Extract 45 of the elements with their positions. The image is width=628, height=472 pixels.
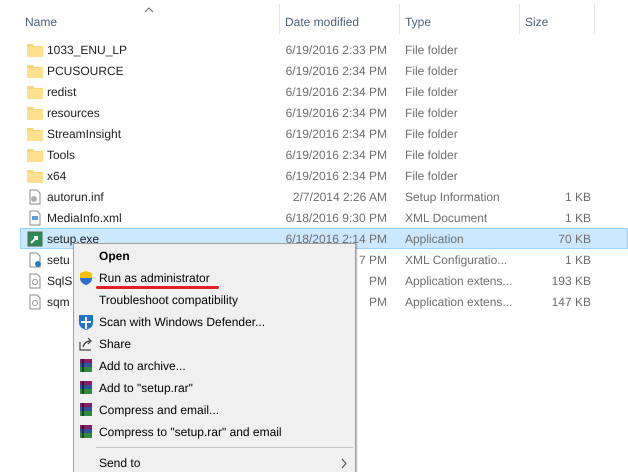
file-name: sqm — [47, 294, 70, 308]
date-modified: 6/19/2016 2:34 PM — [286, 64, 388, 78]
file-type: Setup Information — [404, 190, 501, 204]
file-name: resources — [47, 106, 100, 120]
file-type: Application extens... — [404, 294, 514, 308]
file-name: PCUSOURCE — [47, 64, 124, 78]
date-modified: 7 PM — [358, 252, 388, 266]
date-modified: 6/19/2016 2:34 PM — [286, 126, 388, 140]
file-name: setup.exe — [47, 232, 100, 246]
file-type: File folder — [404, 168, 459, 182]
file-name: SqlS — [47, 274, 72, 288]
date-modified: 2/7/2014 2:26 AM — [292, 190, 388, 204]
file-size: 1 KB — [564, 252, 592, 266]
file-type: Application extens... — [404, 274, 514, 288]
file-size: 193 KB — [550, 274, 592, 288]
file-size: 70 KB — [557, 232, 592, 246]
file-name: redist — [47, 84, 76, 98]
file-size: 1 KB — [564, 210, 592, 224]
file-size: 1 KB — [564, 190, 592, 204]
date-modified: PM — [369, 274, 388, 288]
date-modified: 6/19/2016 2:33 PM — [286, 42, 388, 56]
file-type: File folder — [404, 148, 459, 162]
file-size: 147 KB — [550, 294, 592, 308]
file-name: StreamInsight — [47, 126, 122, 140]
file-name: Tools — [47, 148, 76, 162]
file-name: autorun.inf — [47, 190, 104, 204]
file-type: File folder — [404, 106, 459, 120]
file-type: File folder — [404, 126, 459, 140]
date-modified: 6/19/2016 2:34 PM — [286, 84, 388, 98]
file-name: setu — [47, 252, 70, 266]
date-modified: 6/19/2016 2:34 PM — [286, 106, 388, 120]
date-modified: 6/19/2016 2:34 PM — [286, 148, 388, 162]
date-modified: 6/19/2016 2:34 PM — [286, 168, 388, 182]
date-modified: PM — [369, 294, 388, 308]
file-type: Application — [404, 232, 465, 246]
file-type: File folder — [404, 84, 459, 98]
file-type: File folder — [404, 64, 459, 78]
file-name: x64 — [47, 168, 66, 182]
file-type: XML Configuratio... — [404, 252, 508, 266]
date-modified: 6/18/2016 9:30 PM — [286, 210, 388, 224]
file-name: 1033_ENU_LP — [47, 42, 128, 56]
date-modified: 6/18/2016 2:14 PM — [286, 232, 388, 246]
file-name: MediaInfo.xml — [47, 210, 122, 224]
file-type: XML Document — [404, 210, 488, 224]
file-type: File folder — [404, 42, 459, 56]
